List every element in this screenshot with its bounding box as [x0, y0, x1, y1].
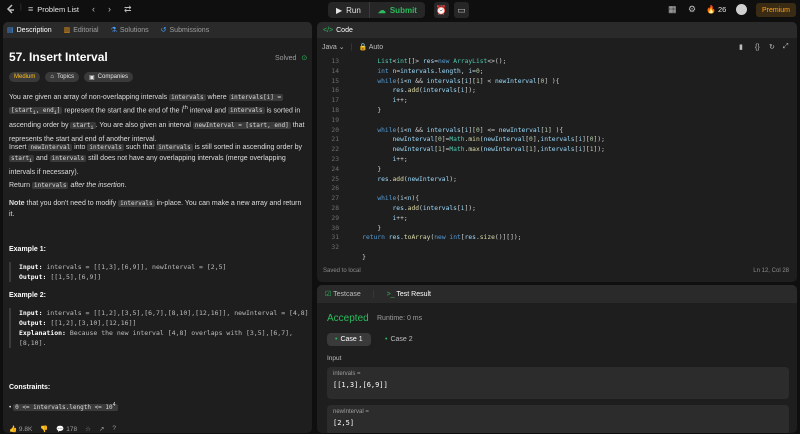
lock-icon: 🔒 — [358, 44, 368, 51]
submit-button[interactable]: ☁ Submit — [370, 2, 425, 18]
tab-test-result[interactable]: >_ Test Result — [387, 291, 431, 298]
tab-solutions[interactable]: ⚗ Solutions — [110, 26, 149, 35]
chevron-down-icon: ⌄ — [338, 44, 345, 51]
description-note: Note that you don't need to modify inter… — [9, 200, 302, 218]
tab-editorial[interactable]: ▥ Editorial — [63, 26, 99, 35]
example-2-heading: Example 2: — [9, 292, 46, 299]
companies-chip[interactable]: ▣ Companies — [83, 72, 134, 82]
layout-icon[interactable]: ▦ — [668, 5, 677, 14]
premium-button[interactable]: Premium — [756, 3, 796, 17]
example-1-block: Input: intervals = [[1,3],[6,9]], newInt… — [9, 262, 309, 282]
list-icon: ≡ — [28, 4, 34, 14]
cursor-position: Ln 12, Col 28 — [753, 268, 789, 274]
dislike-icon[interactable]: 👎 — [40, 425, 48, 433]
star-icon[interactable]: ☆ — [85, 425, 91, 433]
constraint-item: • 0 <= intervals.length <= 104 — [9, 402, 118, 411]
editor-status-bar: Saved to local Ln 12, Col 28 — [317, 268, 797, 278]
left-tab-bar: ▤ Description ▥ Editorial ⚗ Solutions ↺ … — [3, 22, 312, 38]
next-problem-icon[interactable]: › — [108, 5, 111, 14]
prev-problem-icon[interactable]: ‹ — [92, 5, 95, 14]
check-circle-icon: ⊙ — [301, 55, 308, 62]
document-icon: ▤ — [7, 27, 14, 34]
comment-icon: 💬 — [56, 425, 65, 433]
share-icon[interactable]: ↗ — [99, 425, 104, 433]
shuffle-icon[interactable]: ⇄ — [124, 5, 132, 14]
input-label: Input — [327, 355, 342, 362]
tab-description[interactable]: ▤ Description — [7, 26, 52, 35]
fullscreen-icon[interactable]: ⤢ — [783, 43, 789, 51]
dot-icon: • — [385, 336, 388, 343]
case-1-tab[interactable]: • Case 1 — [327, 333, 371, 346]
terminal-icon: >_ — [386, 290, 395, 298]
like-button[interactable]: 👍 9.8K — [9, 425, 32, 433]
settings-icon[interactable]: ⚙ — [688, 5, 696, 14]
code-panel-header: </> Code — [317, 22, 797, 38]
code-editor[interactable]: 13 14 15 16 17 18 19 20 21 22 23 24 25 2… — [317, 58, 797, 261]
history-icon: ↺ — [160, 27, 167, 34]
checkbox-icon: ☑ — [325, 291, 332, 298]
description-paragraph-1: You are given an array of non-overlappin… — [9, 94, 305, 143]
thumbs-up-icon: 👍 — [9, 425, 18, 433]
book-icon: ▥ — [63, 27, 71, 34]
case-2-tab[interactable]: • Case 2 — [377, 333, 421, 346]
problem-tags: Medium ⌂ Topics ▣ Companies — [9, 72, 134, 82]
run-submit-group: ▶ Run ☁ Submit — [328, 2, 425, 18]
description-paragraph-2: Insert newInterval into intervals such t… — [9, 144, 303, 177]
format-braces-icon[interactable]: {} — [755, 44, 760, 51]
editor-toolbar: Java ⌄ | 🔒 Auto ▮ {} ↻ ⤢ — [322, 43, 789, 51]
fire-icon: 🔥 — [706, 5, 716, 14]
problem-footer: 👍 9.8K 👎 💬 178 ☆ ↗ ? — [3, 424, 312, 433]
intervals-field: intervals = [[1,3],[6,9]] — [327, 367, 789, 399]
problem-title: 57. Insert Interval — [9, 50, 108, 64]
new-interval-field: newInterval = [2,5] — [327, 405, 789, 433]
tab-testcase[interactable]: ☑ Testcase — [325, 290, 361, 298]
test-panel: ☑ Testcase | >_ Test Result Accepted Run… — [317, 285, 797, 433]
topics-chip[interactable]: ⌂ Topics — [45, 72, 79, 82]
play-icon: ▶ — [336, 5, 343, 15]
code-panel: </> Code Java ⌄ | 🔒 Auto ▮ {} ↻ ⤢ 13 14 … — [317, 22, 797, 282]
reset-icon[interactable]: ↻ — [769, 43, 775, 51]
notes-button[interactable]: ▭ — [454, 2, 469, 18]
save-status: Saved to local — [323, 268, 361, 274]
auto-mode-toggle[interactable]: 🔒 Auto — [358, 43, 383, 51]
building-icon: ▣ — [88, 74, 95, 81]
timer-button[interactable]: ⏰ — [434, 2, 449, 18]
help-icon[interactable]: ? — [112, 425, 116, 432]
streak-counter[interactable]: 🔥 26 — [706, 5, 726, 14]
alarm-icon: ⏰ — [435, 4, 448, 15]
tag-icon: ⌂ — [50, 74, 54, 80]
difficulty-badge[interactable]: Medium — [9, 72, 41, 82]
run-button[interactable]: ▶ Run — [328, 2, 369, 18]
example-2-block: Input: intervals = [[1,2],[3,5],[6,7],[8… — [9, 308, 309, 348]
test-tab-bar: ☑ Testcase | >_ Test Result — [317, 285, 797, 303]
constraints-heading: Constraints: — [9, 384, 51, 391]
tab-submissions[interactable]: ↺ Submissions — [160, 26, 210, 35]
leetcode-logo[interactable] — [6, 4, 16, 16]
top-navbar: | ≡ Problem List ‹ › ⇄ ▶ Run ☁ Submit ⏰ … — [0, 0, 800, 20]
cloud-upload-icon: ☁ — [377, 5, 386, 15]
solved-status: Solved ⊙ — [275, 55, 308, 62]
example-1-heading: Example 1: — [9, 246, 46, 253]
code-icon: </> — [323, 26, 334, 34]
note-icon: ▭ — [457, 4, 466, 15]
dot-icon: • — [335, 336, 338, 343]
description-paragraph-3: Return intervals after the insertion. — [9, 182, 127, 189]
language-select[interactable]: Java ⌄ — [322, 43, 345, 51]
flask-icon: ⚗ — [110, 27, 117, 34]
runtime-label: Runtime: 0 ms — [377, 315, 423, 322]
problem-list-button[interactable]: ≡ Problem List — [28, 4, 79, 15]
avatar[interactable] — [736, 4, 747, 15]
bookmark-icon[interactable]: ▮ — [739, 43, 743, 51]
result-status: Accepted — [327, 313, 369, 324]
description-panel: ▤ Description ▥ Editorial ⚗ Solutions ↺ … — [3, 22, 312, 433]
comments-button[interactable]: 💬 178 — [56, 425, 77, 433]
